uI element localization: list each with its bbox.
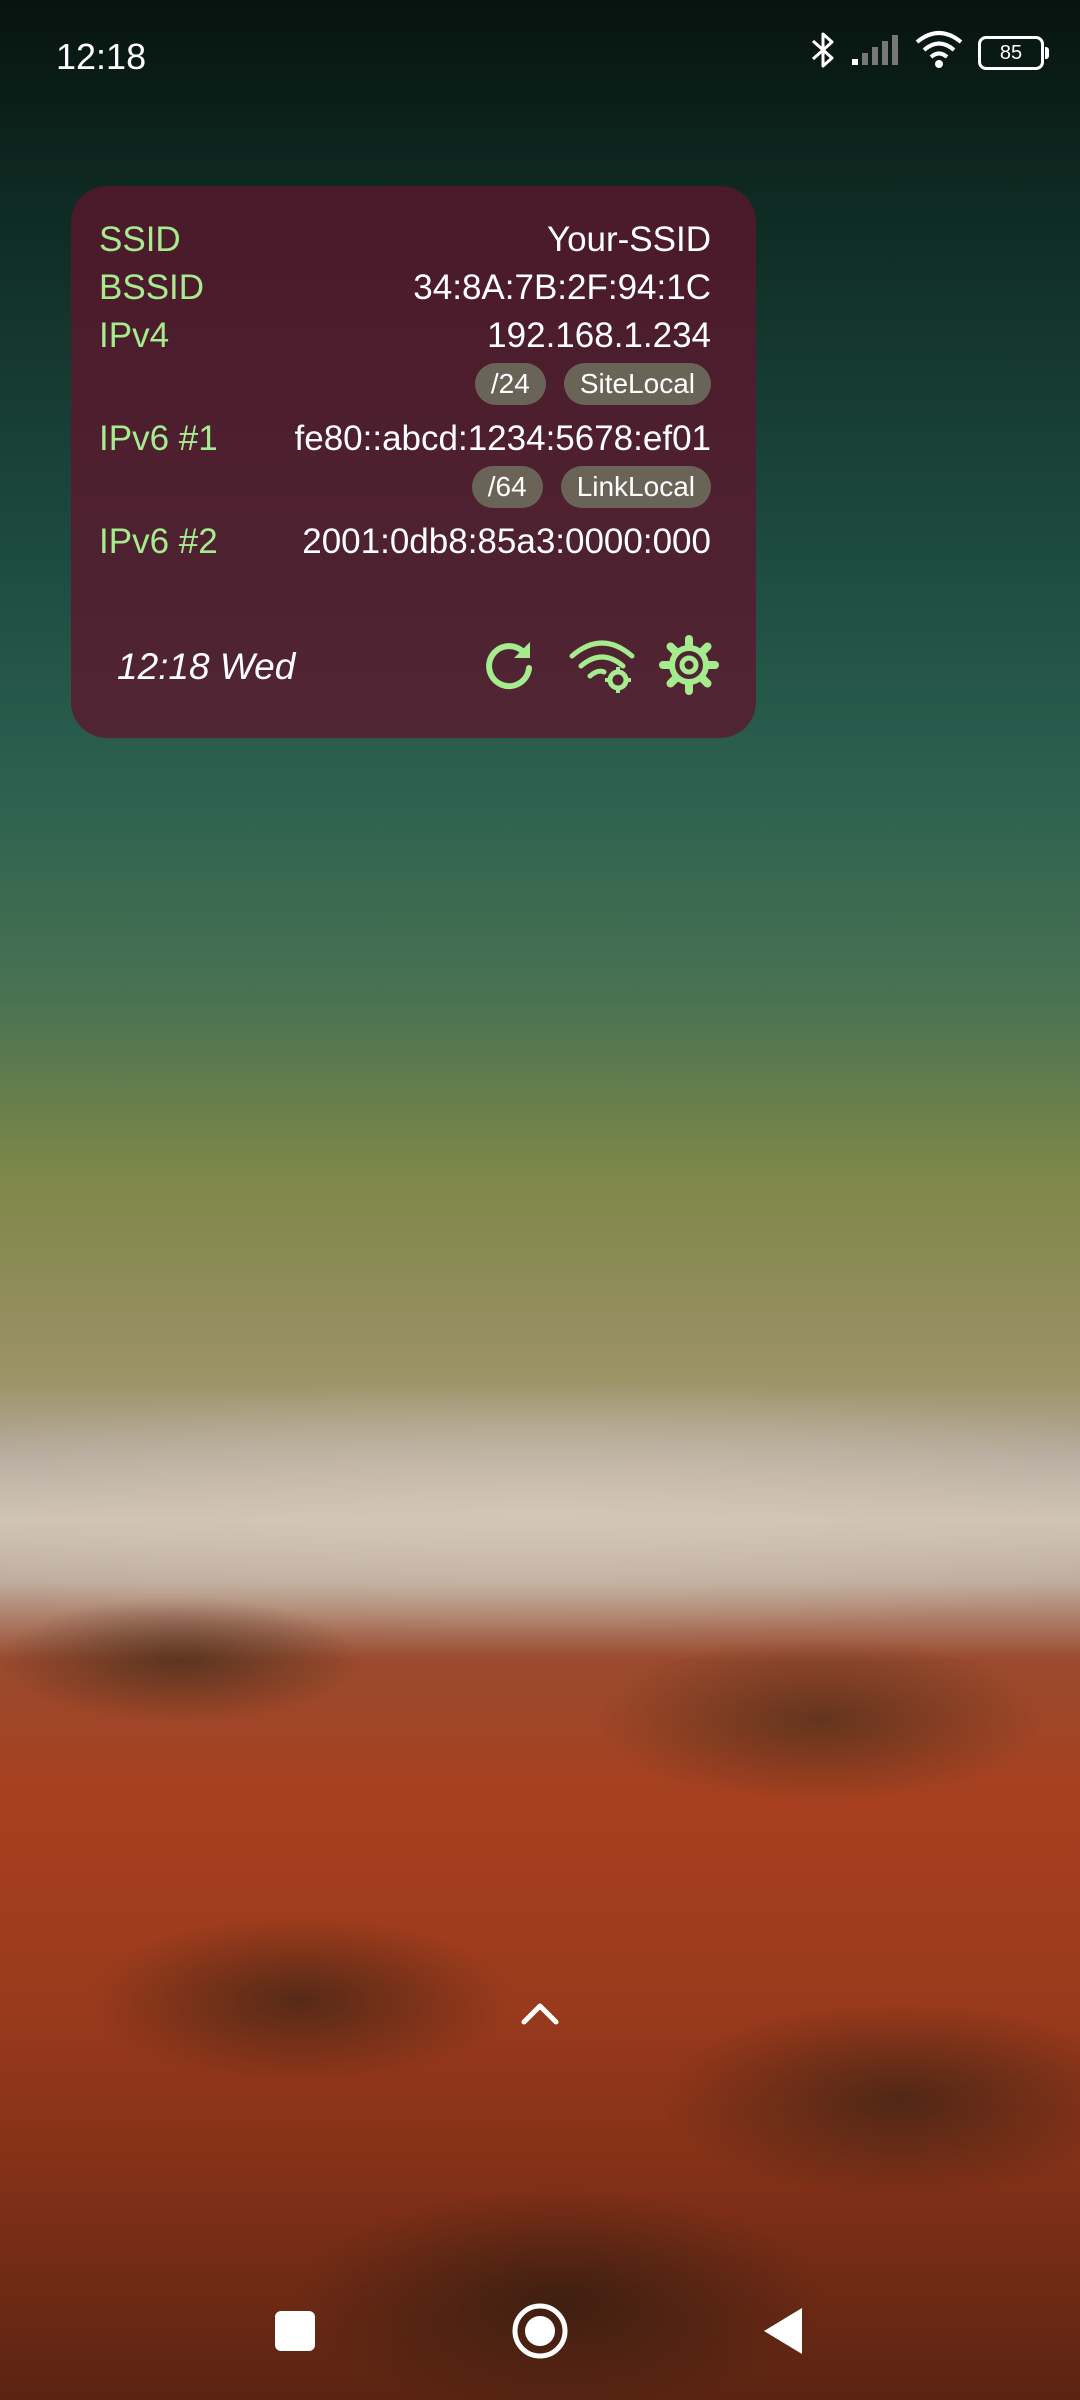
ipv4-scope-chip: SiteLocal bbox=[563, 363, 711, 405]
wifi-settings-icon[interactable] bbox=[568, 634, 635, 696]
bssid-row: BSSID 34:8A:7B:2F:94:1C bbox=[99, 264, 711, 312]
gear-icon[interactable] bbox=[658, 634, 720, 696]
ipv6-1-chips: /64 LinkLocal bbox=[99, 466, 711, 508]
status-time: 12:18 bbox=[56, 36, 147, 77]
ipv4-row: IPv4 192.168.1.234 bbox=[99, 312, 711, 360]
ipv4-prefix-chip: /24 bbox=[474, 363, 546, 405]
widget-actions bbox=[478, 634, 720, 696]
navigation-bar bbox=[0, 2290, 1080, 2372]
ipv4-label: IPv4 bbox=[99, 316, 170, 355]
home-button[interactable] bbox=[499, 2290, 581, 2372]
refresh-icon[interactable] bbox=[478, 634, 540, 696]
ipv4-value: 192.168.1.234 bbox=[487, 316, 711, 355]
ssid-row: SSID Your-SSID bbox=[99, 216, 711, 264]
widget-clock: 12:18 Wed bbox=[117, 646, 296, 687]
ipv6-1-row: IPv6 #1 fe80::abcd:1234:5678:ef01 bbox=[99, 415, 711, 463]
app-drawer-chevron-icon[interactable] bbox=[516, 1990, 564, 2038]
wifi-icon bbox=[914, 30, 964, 75]
ipv6-2-row: IPv6 #2 2001:0db8:85a3:0000:000 bbox=[99, 518, 711, 566]
wifi-info-widget[interactable]: SSID Your-SSID BSSID 34:8A:7B:2F:94:1C I… bbox=[71, 186, 756, 738]
recents-button[interactable] bbox=[254, 2290, 336, 2372]
ipv4-chips: /24 SiteLocal bbox=[99, 363, 711, 405]
ssid-label: SSID bbox=[99, 220, 181, 259]
ipv6-2-value: 2001:0db8:85a3:0000:000 bbox=[302, 522, 711, 561]
status-icons: 85 bbox=[810, 30, 1049, 75]
back-button[interactable] bbox=[744, 2290, 826, 2372]
ssid-value: Your-SSID bbox=[546, 220, 711, 259]
battery-icon: 85 bbox=[978, 35, 1049, 70]
status-bar: 12:18 85 bbox=[0, 0, 1080, 116]
widget-scroll-area[interactable]: SSID Your-SSID BSSID 34:8A:7B:2F:94:1C I… bbox=[71, 186, 756, 621]
bssid-value: 34:8A:7B:2F:94:1C bbox=[413, 268, 711, 307]
ipv6-1-label: IPv6 #1 bbox=[99, 419, 218, 458]
ipv6-1-scope-chip: LinkLocal bbox=[560, 466, 711, 508]
cellular-signal-icon bbox=[850, 33, 900, 72]
bluetooth-icon bbox=[810, 30, 836, 75]
ipv6-2-label: IPv6 #2 bbox=[99, 522, 218, 561]
ipv6-1-prefix-chip: /64 bbox=[471, 466, 543, 508]
ipv6-1-value: fe80::abcd:1234:5678:ef01 bbox=[294, 419, 711, 458]
bssid-label: BSSID bbox=[99, 268, 205, 307]
